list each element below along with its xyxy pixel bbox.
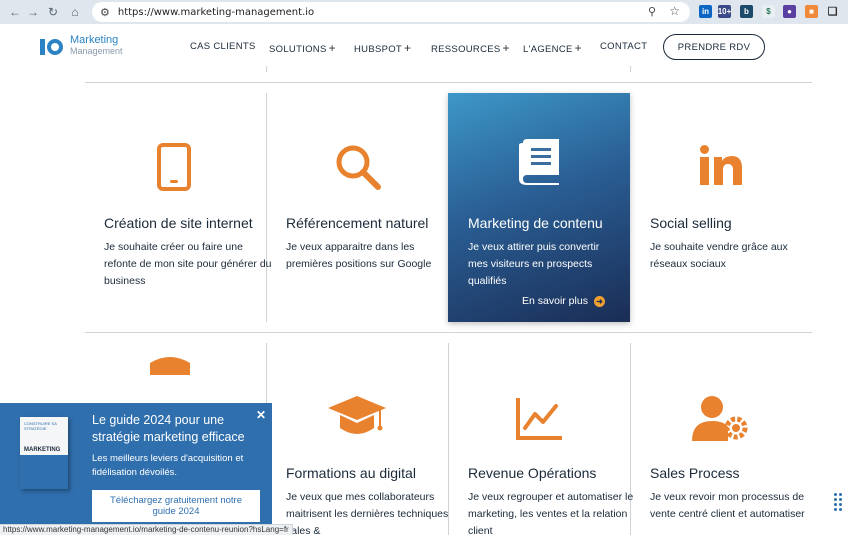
extensions-puzzle-icon[interactable]: ❏ xyxy=(826,5,839,18)
card-desc: Je souhaite créer ou faire une refonte d… xyxy=(104,241,272,287)
reload-icon[interactable]: ↻ xyxy=(42,0,64,24)
zoom-icon[interactable]: ⚲ xyxy=(648,5,656,18)
smartphone-icon xyxy=(157,143,191,191)
service-card-referencement[interactable]: Référencement naturel Je veux apparaitre… xyxy=(286,93,468,322)
card-title: Création de site internet xyxy=(104,215,253,231)
linkedin-icon xyxy=(700,145,742,185)
card-title: Formations au digital xyxy=(286,465,416,481)
bookmark-star-icon[interactable]: ☆ xyxy=(669,4,680,18)
plus-icon: + xyxy=(574,41,582,55)
download-guide-button[interactable]: Téléchargez gratuitement notre guide 202… xyxy=(92,490,260,522)
book-icon xyxy=(519,139,559,185)
menu-item-agence[interactable]: L'AGENCE + xyxy=(523,41,582,55)
card-desc: Je veux attirer puis convertir mes visit… xyxy=(468,241,600,287)
service-card-social-selling[interactable]: Social selling Je souhaite vendre grâce … xyxy=(650,93,832,322)
plus-icon: + xyxy=(404,41,412,55)
service-card-revenue-operations[interactable]: Revenue Opérations Je veux regrouper et … xyxy=(468,343,650,537)
card-title: Social selling xyxy=(650,215,732,231)
popup-title: Le guide 2024 pour une stratégie marketi… xyxy=(92,413,245,444)
book-cover-band xyxy=(20,455,68,489)
site-settings-icon[interactable]: ⚙ xyxy=(100,6,110,19)
menu-item-contact[interactable]: CONTACT xyxy=(600,41,647,52)
logo-line1: Marketing xyxy=(70,34,119,46)
card-desc: Je veux revoir mon processus de vente ce… xyxy=(650,491,805,520)
card-desc: Je veux regrouper et automatiser le mark… xyxy=(468,491,634,537)
arrow-right-icon: ➜ xyxy=(593,295,605,307)
forward-icon[interactable]: → xyxy=(22,0,44,24)
divider xyxy=(266,66,267,72)
plus-icon: + xyxy=(328,41,336,55)
status-bar-url: https://www.marketing-management.io/mark… xyxy=(0,524,293,535)
extension-s-icon[interactable]: $ xyxy=(762,5,775,18)
partial-orange-icon xyxy=(150,357,190,375)
close-icon[interactable]: ✕ xyxy=(256,408,266,422)
divider xyxy=(85,332,812,333)
site-header: Marketing Management CAS CLIENTS SOLUTIO… xyxy=(0,24,848,70)
logo-icon[interactable] xyxy=(40,36,64,58)
extension-color-icon[interactable]: ● xyxy=(783,5,796,18)
home-icon[interactable]: ⌂ xyxy=(64,0,86,24)
guide-popup: CONSTRUIRE SA STRATÉGIE MARKETING ✕ Le g… xyxy=(0,403,272,535)
card-desc: Je souhaite vendre grâce aux réseaux soc… xyxy=(650,241,788,270)
service-card-sales-process[interactable]: Sales Process Je veux revoir mon process… xyxy=(650,343,832,535)
extension-b-icon[interactable]: b xyxy=(740,5,753,18)
menu-item-solutions[interactable]: SOLUTIONS + xyxy=(269,41,336,55)
user-gear-icon xyxy=(692,396,748,441)
en-savoir-plus-link[interactable]: En savoir plus ➜ xyxy=(522,295,605,307)
linkedin-extension-icon[interactable]: in xyxy=(699,5,712,18)
extension-orange-icon[interactable]: ■ xyxy=(805,5,818,18)
book-cover-top: CONSTRUIRE SA STRATÉGIE xyxy=(24,421,57,431)
card-desc: Je veux apparaitre dans les premières po… xyxy=(286,241,432,270)
card-title: Sales Process xyxy=(650,465,740,481)
prendre-rdv-button[interactable]: PRENDRE RDV xyxy=(663,34,765,60)
browser-toolbar: ← → ↻ ⌂ ⚙ https://www.marketing-manageme… xyxy=(0,0,848,24)
card-desc: Je veux que mes collaborateurs maitrisen… xyxy=(286,491,449,537)
search-icon xyxy=(336,145,381,190)
card-title: Marketing de contenu xyxy=(468,215,603,231)
address-bar[interactable]: ⚙ https://www.marketing-management.io ⚲ … xyxy=(92,2,690,22)
chart-icon xyxy=(516,398,562,440)
book-cover-title: MARKETING xyxy=(24,447,61,453)
plus-icon: + xyxy=(502,41,510,55)
card-title: Revenue Opérations xyxy=(468,465,597,481)
graduation-cap-icon xyxy=(328,396,386,434)
divider xyxy=(85,82,812,83)
logo-line2: Management xyxy=(70,46,123,56)
menu-item-hubspot[interactable]: HUBSPOT + xyxy=(354,41,411,55)
guide-book-image: CONSTRUIRE SA STRATÉGIE MARKETING xyxy=(20,417,68,489)
card-title: Référencement naturel xyxy=(286,215,429,231)
service-card-formations[interactable]: Formations au digital Je veux que mes co… xyxy=(286,343,468,537)
logo-text[interactable]: Marketing Management xyxy=(70,35,123,57)
chat-launcher-icon[interactable] xyxy=(834,493,842,515)
divider xyxy=(630,66,631,72)
address-url: https://www.marketing-management.io xyxy=(117,6,315,18)
popup-text: Les meilleurs leviers d'acquisition et f… xyxy=(92,453,244,478)
service-card-site-internet[interactable]: Création de site internet Je souhaite cr… xyxy=(104,93,286,322)
menu-item-cas-clients[interactable]: CAS CLIENTS xyxy=(190,41,256,52)
extension-badge-icon[interactable]: 10+ xyxy=(718,5,731,18)
service-card-marketing-contenu[interactable]: Marketing de contenu Je veux attirer pui… xyxy=(448,93,630,322)
menu-item-ressources[interactable]: RESSOURCES + xyxy=(431,41,510,55)
